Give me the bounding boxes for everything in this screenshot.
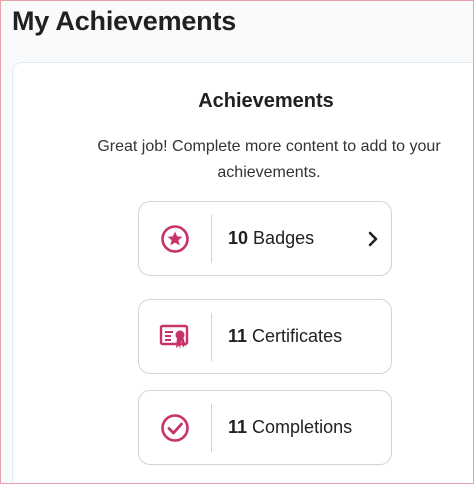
page-title: My Achievements (12, 6, 237, 36)
chevron-right-icon (355, 230, 391, 248)
completions-count: 11 (228, 417, 248, 437)
certificate-icon (139, 300, 211, 373)
badges-text: Badges (253, 228, 315, 248)
completions-text: Completions (252, 417, 353, 437)
completions-label: 11 Completions (212, 417, 391, 438)
check-circle-icon (139, 391, 211, 464)
badges-count: 10 (228, 228, 249, 248)
achievements-message: Great job! Complete more content to add … (97, 138, 441, 181)
star-badge-icon (139, 202, 211, 275)
badges-label: 10 Badges (212, 228, 355, 249)
certificates-label: 11 Certificates (212, 326, 391, 347)
certificates-text: Certificates (252, 326, 343, 346)
badges-tile[interactable]: 10 Badges (138, 201, 392, 276)
completions-tile[interactable]: 11 Completions (138, 390, 392, 465)
achievements-heading: Achievements (198, 90, 334, 112)
certificates-tile[interactable]: 11 Certificates (138, 299, 392, 374)
certificates-count: 11 (228, 326, 248, 346)
